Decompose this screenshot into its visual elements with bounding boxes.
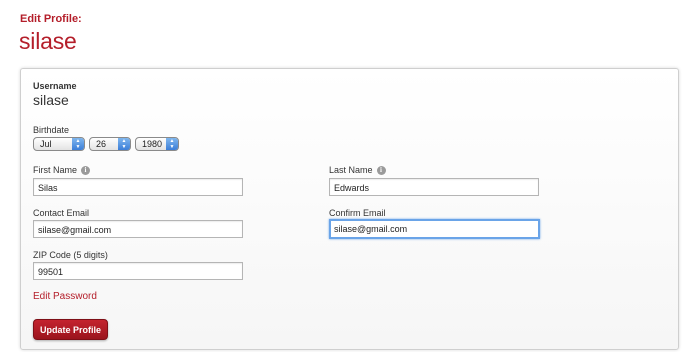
contact-email-label: Contact Email bbox=[33, 208, 90, 218]
last-name-label-row: Last Name i bbox=[329, 165, 386, 175]
username-label: Username bbox=[33, 81, 77, 91]
zip-label: ZIP Code (5 digits) bbox=[33, 250, 108, 260]
updown-arrow-icon: ▲ ▼ bbox=[166, 138, 178, 150]
last-name-field[interactable]: Edwards bbox=[329, 178, 539, 196]
updown-arrow-icon: ▲ ▼ bbox=[118, 138, 130, 150]
page-subtitle: Edit Profile: bbox=[20, 13, 82, 25]
birth-year-select[interactable]: 1980 ▲ ▼ bbox=[135, 137, 179, 151]
username-value: silase bbox=[33, 92, 69, 108]
profile-form-card: Username silase Birthdate Jul ▲ ▼ 26 ▲ ▼ 1… bbox=[20, 68, 679, 350]
birth-month-value: Jul bbox=[40, 139, 52, 149]
page-title: silase bbox=[19, 28, 77, 54]
birth-year-value: 1980 bbox=[142, 139, 163, 149]
first-name-label: First Name bbox=[33, 165, 78, 175]
first-name-label-row: First Name i bbox=[33, 165, 91, 175]
zip-field[interactable]: 99501 bbox=[33, 262, 243, 280]
last-name-label: Last Name bbox=[329, 165, 373, 175]
first-name-field[interactable]: Silas bbox=[33, 178, 243, 196]
edit-password-link[interactable]: Edit Password bbox=[33, 291, 97, 302]
confirm-email-field[interactable]: silase@gmail.com bbox=[329, 219, 540, 239]
info-icon[interactable]: i bbox=[376, 166, 386, 175]
birth-month-select[interactable]: Jul ▲ ▼ bbox=[33, 137, 85, 151]
updown-arrow-icon: ▲ ▼ bbox=[72, 138, 84, 150]
birth-day-select[interactable]: 26 ▲ ▼ bbox=[89, 137, 131, 151]
confirm-email-label: Confirm Email bbox=[329, 208, 386, 218]
birth-day-value: 26 bbox=[96, 139, 107, 149]
contact-email-field[interactable]: silase@gmail.com bbox=[33, 220, 243, 238]
birthdate-label: Birthdate bbox=[33, 125, 70, 135]
info-icon[interactable]: i bbox=[81, 166, 91, 175]
update-profile-button[interactable]: Update Profile bbox=[33, 319, 108, 340]
